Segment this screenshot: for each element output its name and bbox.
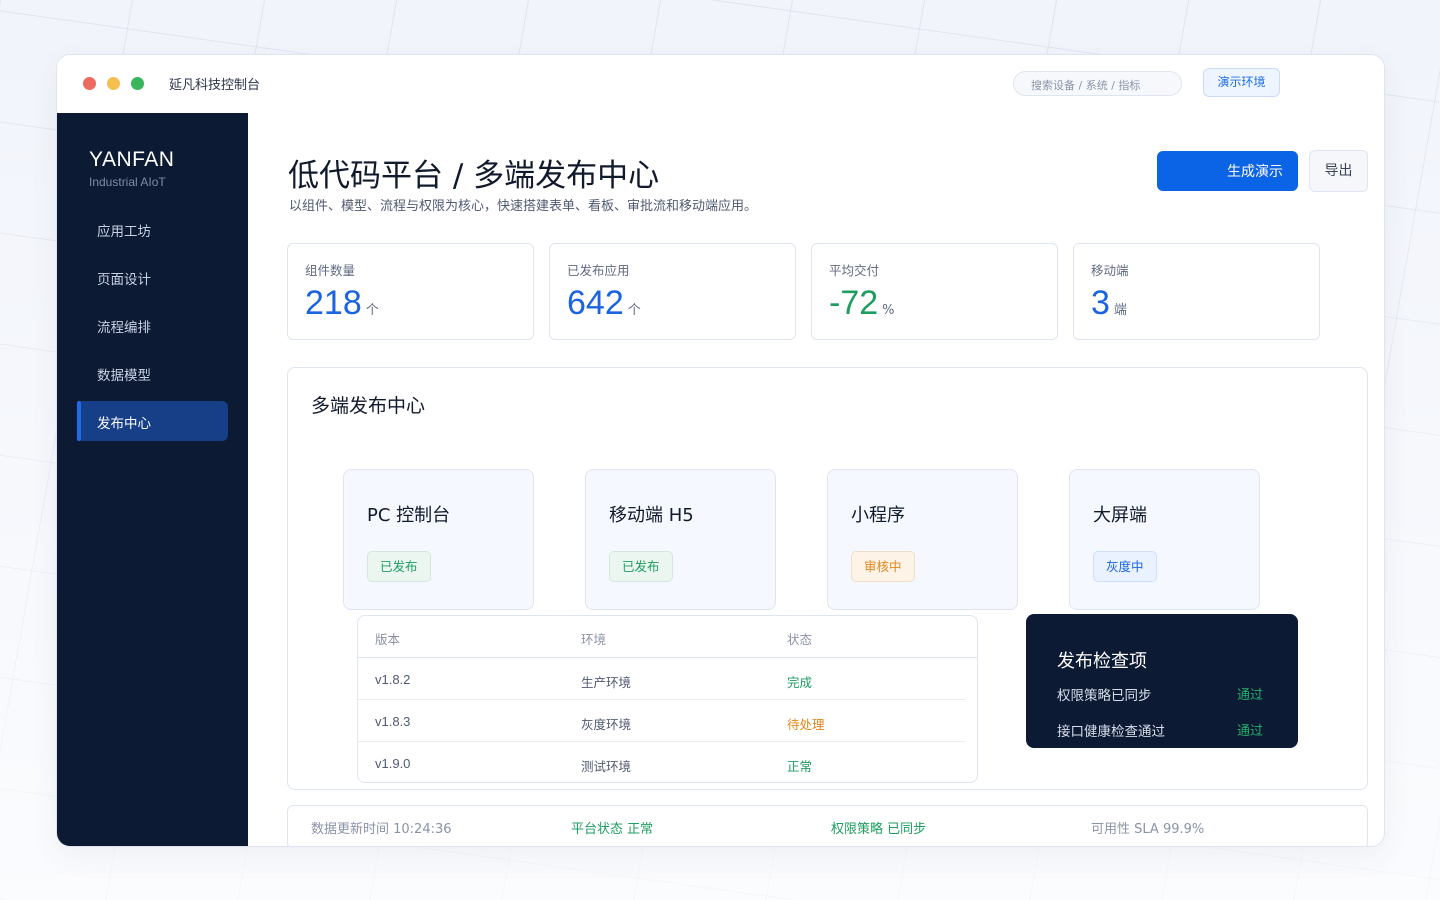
stat-label: 平均交付 bbox=[829, 263, 880, 278]
cell-status: 待处理 bbox=[787, 717, 825, 732]
checklist-item-result: 通过 bbox=[1237, 724, 1264, 739]
sidebar-item-page-design[interactable]: 页面设计 bbox=[77, 257, 228, 297]
minimize-window-button[interactable] bbox=[107, 77, 120, 90]
publish-checklist: 发布检查项 权限策略已同步 通过 接口健康检查通过 通过 bbox=[1026, 614, 1298, 748]
panel-title: 多端发布中心 bbox=[311, 395, 426, 417]
stat-label: 组件数量 bbox=[305, 263, 356, 278]
status-badge: 已发布 bbox=[367, 551, 431, 582]
page-title: 低代码平台 / 多端发布中心 bbox=[288, 158, 660, 194]
stat-unit: 个 bbox=[627, 303, 641, 318]
status-permission: 权限策略 已同步 bbox=[831, 822, 927, 837]
stat-value: 3端 bbox=[1091, 284, 1127, 322]
channel-name: 小程序 bbox=[851, 505, 905, 526]
stat-card-mobile: 移动端 3端 bbox=[1073, 243, 1320, 340]
status-updated-time: 数据更新时间 10:24:36 bbox=[311, 822, 452, 837]
table-header-status: 状态 bbox=[787, 632, 813, 647]
generate-demo-button[interactable]: 生成演示 bbox=[1157, 151, 1298, 191]
stat-unit: 端 bbox=[1113, 303, 1127, 318]
cell-version: v1.8.2 bbox=[375, 672, 411, 687]
cell-status: 正常 bbox=[787, 759, 813, 774]
sidebar-item-data-model[interactable]: 数据模型 bbox=[77, 353, 228, 393]
sidebar-item-app-workshop[interactable]: 应用工坊 bbox=[77, 209, 228, 249]
stat-card-average-delivery: 平均交付 -72% bbox=[811, 243, 1058, 340]
channel-name: 移动端 H5 bbox=[609, 505, 694, 526]
stat-unit: 个 bbox=[365, 303, 379, 318]
table-header-environment: 环境 bbox=[581, 632, 607, 647]
status-badge: 灰度中 bbox=[1093, 551, 1157, 582]
cell-environment: 测试环境 bbox=[581, 759, 632, 774]
status-badge: 已发布 bbox=[609, 551, 673, 582]
channel-card-pc[interactable]: PC 控制台 已发布 bbox=[343, 469, 534, 610]
brand-logo: YANFAN bbox=[89, 148, 175, 171]
maximize-window-button[interactable] bbox=[131, 77, 144, 90]
channel-card-h5[interactable]: 移动端 H5 已发布 bbox=[585, 469, 776, 610]
stat-value: 642 个 bbox=[567, 284, 641, 322]
app-title: 延凡科技控制台 bbox=[169, 78, 261, 93]
table-row[interactable]: v1.8.3 灰度环境 待处理 bbox=[358, 700, 965, 742]
stat-value: -72% bbox=[829, 284, 895, 322]
status-sla: 可用性 SLA 99.9% bbox=[1091, 822, 1205, 837]
table-header-version: 版本 bbox=[375, 632, 401, 647]
cell-version: v1.8.3 bbox=[375, 714, 411, 729]
status-badge: 审核中 bbox=[851, 551, 915, 582]
sidebar-item-flow-orchestration[interactable]: 流程编排 bbox=[77, 305, 228, 345]
title-bar: 延凡科技控制台 搜索设备 / 系统 / 指标 演示环境 bbox=[57, 55, 1384, 113]
brand-subtitle: Industrial AIoT bbox=[89, 175, 166, 189]
checklist-item-label: 接口健康检查通过 bbox=[1057, 724, 1165, 740]
status-bar: 数据更新时间 10:24:36 平台状态 正常 权限策略 已同步 可用性 SLA… bbox=[287, 805, 1368, 846]
export-button[interactable]: 导出 bbox=[1309, 150, 1368, 192]
cell-status: 完成 bbox=[787, 675, 813, 690]
stat-label: 移动端 bbox=[1091, 263, 1129, 278]
stat-card-components: 组件数量 218 个 bbox=[287, 243, 534, 340]
table-row[interactable]: v1.9.0 测试环境 正常 bbox=[358, 742, 965, 784]
stat-unit: % bbox=[882, 303, 895, 318]
search-input[interactable]: 搜索设备 / 系统 / 指标 bbox=[1013, 71, 1182, 96]
channel-name: 大屏端 bbox=[1093, 505, 1147, 526]
table-row[interactable]: v1.8.2 生产环境 完成 bbox=[358, 658, 965, 700]
channel-name: PC 控制台 bbox=[367, 505, 451, 526]
version-table: 版本 环境 状态 v1.8.2 生产环境 完成 v1.8.3 灰度环境 待处理 … bbox=[357, 615, 978, 783]
stat-card-published-apps: 已发布应用 642 个 bbox=[549, 243, 796, 340]
app-window: 延凡科技控制台 搜索设备 / 系统 / 指标 演示环境 YANFAN Indus… bbox=[56, 54, 1385, 847]
checklist-item-result: 通过 bbox=[1237, 688, 1264, 703]
environment-button[interactable]: 演示环境 bbox=[1203, 68, 1280, 97]
sidebar: YANFAN Industrial AIoT 应用工坊 页面设计 流程编排 数据… bbox=[57, 113, 248, 846]
channel-card-miniprogram[interactable]: 小程序 审核中 bbox=[827, 469, 1018, 610]
cell-environment: 灰度环境 bbox=[581, 717, 632, 732]
stat-label: 已发布应用 bbox=[567, 263, 630, 278]
close-window-button[interactable] bbox=[83, 77, 96, 90]
checklist-item-label: 权限策略已同步 bbox=[1057, 688, 1152, 704]
channel-card-bigscreen[interactable]: 大屏端 灰度中 bbox=[1069, 469, 1260, 610]
cell-environment: 生产环境 bbox=[581, 675, 632, 690]
status-platform: 平台状态 正常 bbox=[571, 822, 654, 837]
cell-version: v1.9.0 bbox=[375, 756, 411, 771]
stat-value: 218 个 bbox=[305, 284, 379, 322]
checklist-title: 发布检查项 bbox=[1057, 651, 1147, 672]
sidebar-item-publish-center[interactable]: 发布中心 bbox=[77, 401, 228, 441]
page-subtitle: 以组件、模型、流程与权限为核心，快速搭建表单、看板、审批流和移动端应用。 bbox=[289, 199, 758, 214]
